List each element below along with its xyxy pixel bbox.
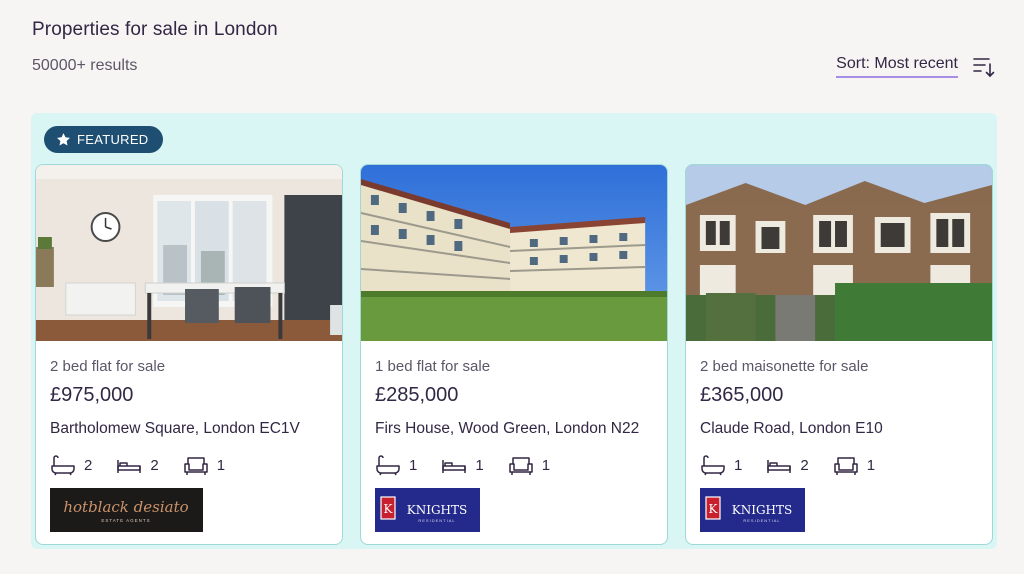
receptions-feature: 1 xyxy=(508,454,550,476)
bed-icon xyxy=(117,460,142,473)
bathrooms-feature: 1 xyxy=(700,454,742,476)
bath-icon xyxy=(376,455,400,476)
listing-address: Claude Road, London E10 xyxy=(700,420,883,437)
sofa-icon xyxy=(833,457,858,475)
agent-logo-tagline: RESIDENTIAL xyxy=(418,518,455,523)
listing-photo[interactable] xyxy=(36,165,342,341)
featured-badge: FEATURED xyxy=(44,126,163,153)
listing-photo[interactable] xyxy=(361,165,667,341)
sort-label[interactable]: Sort: Most recent xyxy=(836,55,958,78)
listing-features: 2 2 1 xyxy=(50,454,328,476)
agent-logo-tagline: RESIDENTIAL xyxy=(743,518,780,523)
bathrooms-feature: 1 xyxy=(375,454,417,476)
receptions-count: 1 xyxy=(216,456,226,474)
agent-logo-name: KNIGHTS xyxy=(407,503,467,517)
listing-card[interactable]: 2 bed maisonette for sale £365,000 Claud… xyxy=(685,164,993,545)
listing-features: 1 2 1 xyxy=(700,454,978,476)
bathrooms-feature: 2 xyxy=(50,454,92,476)
results-count: 50000+ results xyxy=(32,57,138,74)
listing-price: £365,000 xyxy=(700,384,784,406)
receptions-count: 1 xyxy=(866,456,876,474)
bedrooms-feature: 1 xyxy=(441,454,484,476)
bed-icon xyxy=(767,460,792,473)
listing-photo[interactable] xyxy=(686,165,992,341)
listing-type: 2 bed flat for sale xyxy=(50,358,166,375)
featured-badge-label: FEATURED xyxy=(77,132,149,147)
listing-address: Firs House, Wood Green, London N22 xyxy=(375,420,640,437)
bedrooms-count: 2 xyxy=(800,456,809,474)
sort-icon[interactable] xyxy=(972,56,996,78)
listing-cards: 2 bed flat for sale £975,000 Bartholomew… xyxy=(35,164,993,545)
listing-price: £285,000 xyxy=(375,384,459,406)
agent-logo[interactable]: K KNIGHTS RESIDENTIAL xyxy=(700,488,805,532)
star-icon xyxy=(57,133,70,146)
agent-logo-name: hotblack desiato xyxy=(63,498,188,516)
sofa-icon xyxy=(508,457,533,475)
bedrooms-count: 1 xyxy=(475,456,484,474)
bath-icon xyxy=(51,455,75,476)
agent-logo-emblem: K xyxy=(709,502,719,516)
sort-control[interactable]: Sort: Most recent xyxy=(836,55,996,78)
listing-address: Bartholomew Square, London EC1V xyxy=(50,420,300,437)
receptions-feature: 1 xyxy=(833,454,875,476)
receptions-feature: 1 xyxy=(183,454,225,476)
featured-listings-panel: FEATURED 2 bed flat for sale £975,000 Ba… xyxy=(31,113,997,549)
agent-logo-tagline: ESTATE AGENTS xyxy=(101,518,150,523)
bathrooms-count: 1 xyxy=(409,456,418,474)
listing-type: 1 bed flat for sale xyxy=(375,358,491,375)
bathrooms-count: 2 xyxy=(84,456,93,474)
listing-card[interactable]: 1 bed flat for sale £285,000 Firs House,… xyxy=(360,164,668,545)
bathrooms-count: 1 xyxy=(734,456,743,474)
bed-icon xyxy=(442,460,467,473)
bedrooms-feature: 2 xyxy=(766,454,809,476)
sofa-icon xyxy=(183,457,208,475)
listing-price: £975,000 xyxy=(50,384,134,406)
receptions-count: 1 xyxy=(541,456,551,474)
listing-features: 1 1 1 xyxy=(375,454,653,476)
listing-card[interactable]: 2 bed flat for sale £975,000 Bartholomew… xyxy=(35,164,343,545)
listing-type: 2 bed maisonette for sale xyxy=(700,358,869,375)
agent-logo-name: KNIGHTS xyxy=(732,503,792,517)
agent-logo[interactable]: hotblack desiato ESTATE AGENTS xyxy=(50,488,203,532)
agent-logo-emblem: K xyxy=(384,502,394,516)
bath-icon xyxy=(701,455,725,476)
bedrooms-count: 2 xyxy=(150,456,159,474)
bedrooms-feature: 2 xyxy=(116,454,159,476)
agent-logo[interactable]: K KNIGHTS RESIDENTIAL xyxy=(375,488,480,532)
page-title: Properties for sale in London xyxy=(32,19,278,40)
